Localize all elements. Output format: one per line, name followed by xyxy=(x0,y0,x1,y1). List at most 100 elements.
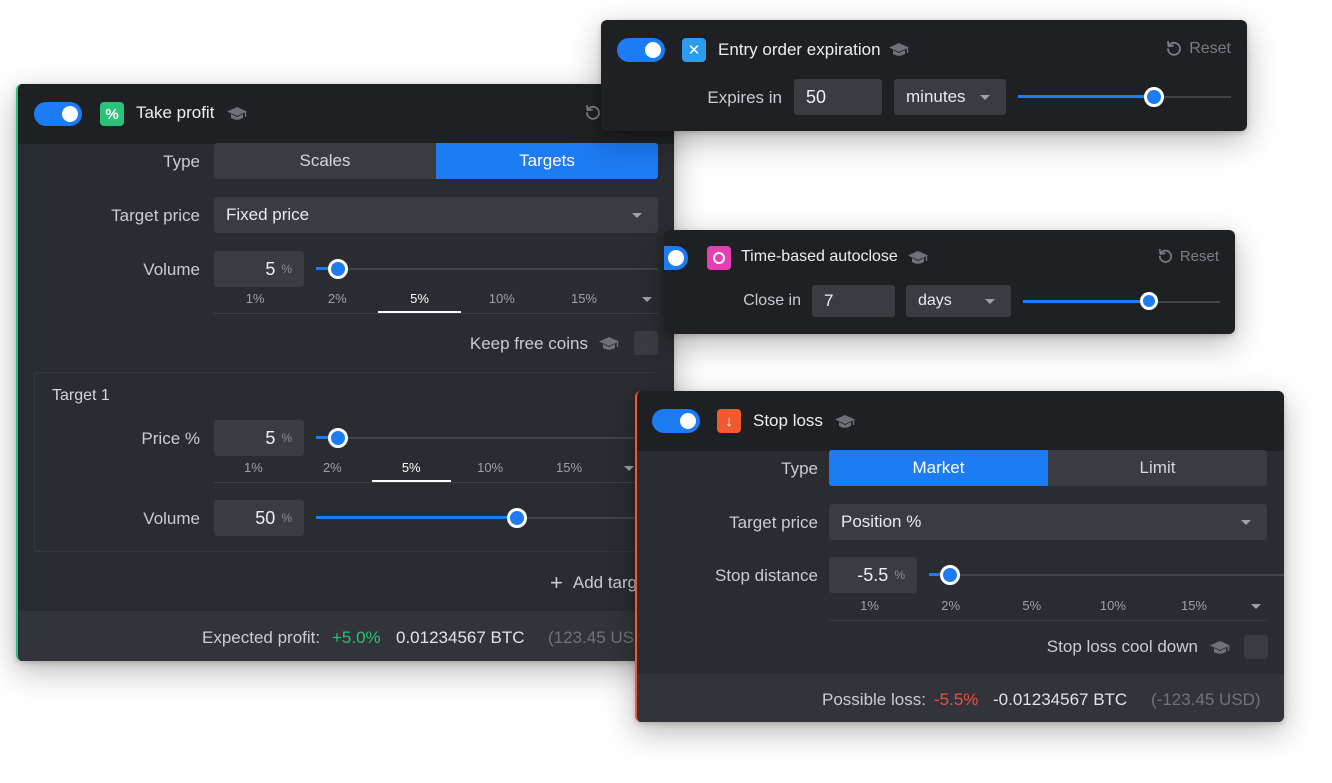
target-title: Target 1 xyxy=(52,387,110,404)
stop-loss-cool-down-checkbox[interactable] xyxy=(1244,635,1268,659)
tp-volume-presets: 1% 2% 5% 10% 15% xyxy=(214,288,658,314)
stop-loss-cool-down-label: Stop loss cool down xyxy=(1046,637,1198,656)
take-profit-toggle[interactable] xyxy=(34,102,82,126)
target-price-preset[interactable]: 10% xyxy=(451,457,530,482)
tp-target-price-select[interactable]: Fixed price xyxy=(214,197,658,233)
tp-type-scales[interactable]: Scales xyxy=(214,143,436,179)
possible-loss-percent: -5.5% xyxy=(934,690,979,709)
stop-distance-preset[interactable]: 2% xyxy=(910,595,991,620)
expected-profit-label: Expected profit: xyxy=(202,628,321,647)
sl-type-label: Type xyxy=(781,459,818,478)
graduation-cap-icon[interactable] xyxy=(834,414,856,430)
possible-loss-label: Possible loss: xyxy=(822,690,926,709)
close-in-value: 7 xyxy=(824,291,834,310)
caret-down-icon xyxy=(980,95,990,100)
stop-distance-presets: 1% 2% 5% 10% 15% xyxy=(829,595,1267,621)
stop-loss-panel: ↓ Stop loss Type Market Limit Target pri… xyxy=(635,391,1284,722)
tp-volume-preset[interactable]: 1% xyxy=(214,288,296,313)
reset-icon xyxy=(1157,248,1174,265)
plus-icon: + xyxy=(550,570,563,595)
graduation-cap-icon[interactable] xyxy=(226,106,248,122)
stop-distance-preset[interactable]: 15% xyxy=(1153,595,1234,620)
caret-down-icon[interactable] xyxy=(1251,604,1261,609)
expiration-title: Entry order expiration xyxy=(718,40,881,59)
expiration-reset-label: Reset xyxy=(1189,40,1231,57)
target-price-preset[interactable]: 2% xyxy=(293,457,372,482)
tp-target-price-value: Fixed price xyxy=(226,205,310,224)
stop-distance-unit: % xyxy=(894,568,905,582)
sl-target-price-select[interactable]: Position % xyxy=(829,504,1267,540)
tp-volume-slider-handle[interactable] xyxy=(328,259,348,279)
reset-icon xyxy=(1165,40,1183,58)
expected-profit-usd: (123.45 US xyxy=(548,628,634,647)
autoclose-reset-button[interactable]: Reset xyxy=(1157,248,1219,265)
keep-free-coins-label: Keep free coins xyxy=(469,334,588,353)
graduation-cap-icon[interactable] xyxy=(1209,640,1231,656)
tp-volume-preset[interactable]: 2% xyxy=(296,288,378,313)
stop-distance-input[interactable]: -5.5 % xyxy=(829,557,917,593)
stop-distance-label: Stop distance xyxy=(714,566,818,585)
target-price-input[interactable]: 5 % xyxy=(214,420,304,456)
percent-icon: % xyxy=(100,102,124,126)
close-in-label: Close in xyxy=(743,292,801,309)
expiration-reset-button[interactable]: Reset xyxy=(1165,40,1231,58)
autoclose-title: Time-based autoclose xyxy=(741,248,898,265)
stop-distance-preset[interactable]: 5% xyxy=(991,595,1072,620)
stop-distance-track[interactable] xyxy=(929,574,1284,576)
close-unit-select[interactable]: days xyxy=(906,285,1011,317)
close-slider-handle[interactable] xyxy=(1140,292,1158,310)
tp-type-targets[interactable]: Targets xyxy=(436,143,658,179)
caret-down-icon xyxy=(632,213,642,218)
target-volume-unit: % xyxy=(281,511,292,525)
caret-down-icon[interactable] xyxy=(642,297,652,302)
target-volume-slider-handle[interactable] xyxy=(507,508,527,528)
graduation-cap-icon[interactable] xyxy=(888,42,910,58)
target-price-presets: 1% 2% 5% 10% 15% xyxy=(214,457,640,483)
stop-loss-toggle[interactable] xyxy=(652,409,700,433)
close-in-input[interactable]: 7 xyxy=(812,285,895,317)
sl-type-segmented: Market Limit xyxy=(829,450,1267,486)
reset-icon[interactable] xyxy=(584,104,602,122)
tp-volume-input[interactable]: 5 % xyxy=(214,251,304,287)
target-price-label: Price % xyxy=(141,429,200,448)
target-volume-value: 50 xyxy=(255,507,276,528)
expires-slider-handle[interactable] xyxy=(1144,87,1164,107)
record-icon xyxy=(707,246,731,270)
target-price-preset-selected[interactable]: 5% xyxy=(371,457,451,482)
tp-volume-preset-selected[interactable]: 5% xyxy=(378,288,461,313)
caret-down-icon[interactable] xyxy=(624,466,634,471)
target-price-track[interactable] xyxy=(316,437,640,439)
expires-in-input[interactable]: 50 xyxy=(794,79,882,115)
tp-volume-preset[interactable]: 15% xyxy=(543,288,625,313)
expiration-toggle[interactable] xyxy=(617,38,665,62)
graduation-cap-icon[interactable] xyxy=(598,336,620,352)
tp-type-label: Type xyxy=(163,152,200,171)
autoclose-toggle[interactable] xyxy=(664,246,688,270)
tp-target-price-label: Target price xyxy=(111,206,200,225)
expiration-panel: ✕ Entry order expiration Reset Expires i… xyxy=(601,20,1247,131)
target-price-value: 5 xyxy=(265,427,276,448)
sl-type-market[interactable]: Market xyxy=(829,450,1048,486)
stop-distance-preset[interactable]: 1% xyxy=(829,595,910,620)
graduation-cap-icon[interactable] xyxy=(907,250,929,266)
expected-profit-btc: 0.01234567 BTC xyxy=(396,628,525,647)
tp-volume-label: Volume xyxy=(143,260,200,279)
sl-target-price-label: Target price xyxy=(729,513,818,532)
tp-type-segmented: Scales Targets xyxy=(214,143,658,179)
expires-unit-select[interactable]: minutes xyxy=(894,79,1006,115)
add-target-button[interactable]: + Add targ xyxy=(550,570,638,595)
sl-type-limit[interactable]: Limit xyxy=(1048,450,1267,486)
target-price-preset[interactable]: 15% xyxy=(530,457,609,482)
autoclose-reset-label: Reset xyxy=(1179,248,1219,265)
target-price-unit: % xyxy=(281,431,292,445)
tp-volume-track[interactable] xyxy=(316,268,658,270)
target-volume-input[interactable]: 50 % xyxy=(214,500,304,536)
target-price-slider-handle[interactable] xyxy=(328,428,348,448)
tp-volume-preset[interactable]: 10% xyxy=(461,288,543,313)
keep-free-coins-checkbox[interactable] xyxy=(634,331,658,355)
stop-distance-preset[interactable]: 10% xyxy=(1072,595,1153,620)
stop-distance-slider-handle[interactable] xyxy=(940,565,960,585)
add-target-label: Add targ xyxy=(572,573,638,592)
target-price-preset[interactable]: 1% xyxy=(214,457,293,482)
expires-in-label: Expires in xyxy=(707,88,782,107)
